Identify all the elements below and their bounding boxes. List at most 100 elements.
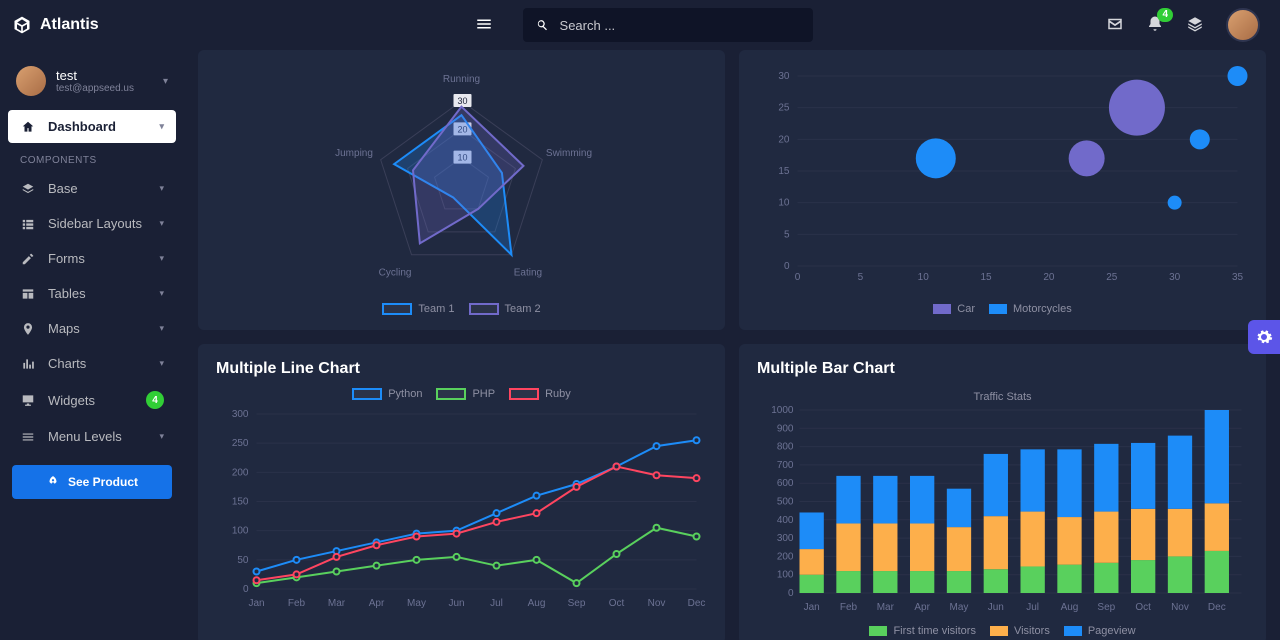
search-box[interactable] [523,8,813,42]
svg-text:Dec: Dec [688,598,706,609]
sidebar-item-label: Charts [48,356,86,371]
svg-text:300: 300 [232,409,249,420]
menu-toggle-icon[interactable] [475,15,493,36]
sidebar-item-menu-levels[interactable]: Menu Levels ▾ [8,420,176,453]
legend-item[interactable]: Car [933,303,975,315]
legend-item[interactable]: Team 1 [382,303,454,315]
svg-text:May: May [950,602,969,613]
legend-item[interactable]: Visitors [990,625,1050,637]
sidebar-user[interactable]: test test@appseed.us ▾ [8,60,176,110]
legend-item[interactable]: Team 2 [469,303,541,315]
bubble-chart: 05101520253005101520253035 [757,66,1248,296]
svg-text:Sep: Sep [1097,602,1115,613]
svg-text:Jun: Jun [448,598,464,609]
home-icon [20,120,36,134]
chevron-down-icon: ▾ [159,358,164,369]
svg-text:100: 100 [232,526,249,537]
svg-text:400: 400 [777,515,794,526]
see-product-button[interactable]: See Product [12,465,172,499]
svg-text:Jan: Jan [248,598,264,609]
sidebar-item-label: Sidebar Layouts [48,216,142,231]
search-input[interactable] [560,18,801,33]
mail-icon[interactable] [1106,15,1124,36]
svg-text:30: 30 [457,96,467,106]
sidebar-item-label: Widgets [48,393,95,408]
svg-text:30: 30 [778,71,790,82]
chevron-down-icon: ▾ [159,218,164,229]
bars-icon [20,430,36,444]
svg-text:Oct: Oct [609,598,625,609]
brand-name: Atlantis [40,16,99,34]
svg-text:15: 15 [981,272,993,283]
svg-text:Jun: Jun [988,602,1004,613]
svg-text:20: 20 [1043,272,1055,283]
svg-text:10: 10 [778,198,790,209]
svg-text:30: 30 [1169,272,1181,283]
bar-chart: Traffic Stats010020030040050060070080090… [757,388,1248,618]
chevron-down-icon: ▾ [159,288,164,299]
svg-text:Dec: Dec [1208,602,1226,613]
chevron-down-icon: ▾ [159,431,164,442]
bell-icon[interactable]: 4 [1146,15,1164,36]
brand[interactable]: Atlantis [12,15,182,35]
svg-text:Feb: Feb [840,602,858,613]
chevron-down-icon: ▾ [159,183,164,194]
sidebar-item-widgets[interactable]: Widgets4 [8,382,176,418]
legend-item[interactable]: Motorcycles [989,303,1072,315]
sidebar-item-sidebar-layouts[interactable]: Sidebar Layouts ▾ [8,207,176,240]
sidebar-item-forms[interactable]: Forms▾ [8,242,176,275]
legend-item[interactable]: PHP [436,388,495,400]
svg-text:50: 50 [237,555,249,566]
svg-text:5: 5 [858,272,864,283]
svg-text:Running: Running [443,74,480,85]
svg-text:35: 35 [1232,272,1244,283]
card-title: Multiple Bar Chart [757,360,1248,378]
legend-item[interactable]: Python [352,388,422,400]
sidebar-item-dashboard[interactable]: Dashboard ▾ [8,110,176,143]
map-pin-icon [20,322,36,336]
sidebar-item-base[interactable]: Base ▾ [8,172,176,205]
sidebar-item-tables[interactable]: Tables ▾ [8,277,176,310]
legend-item[interactable]: First time visitors [869,625,976,637]
brand-logo-icon [12,15,32,35]
svg-text:900: 900 [777,423,794,434]
user-name: test [56,68,134,83]
svg-text:Feb: Feb [288,598,306,609]
sidebar-header-components: COMPONENTS [8,145,176,172]
legend-item[interactable]: Ruby [509,388,571,400]
svg-text:700: 700 [777,460,794,471]
sidebar-item-label: Menu Levels [48,429,122,444]
svg-text:Apr: Apr [914,602,930,613]
bubble-chart-card: 05101520253005101520253035 CarMotorcycle… [739,50,1266,330]
svg-text:500: 500 [777,497,794,508]
svg-text:Jul: Jul [1026,602,1039,613]
svg-text:Aug: Aug [528,598,546,609]
sidebar-item-label: Forms [48,251,85,266]
svg-text:0: 0 [243,584,249,595]
sidebar-item-maps[interactable]: Maps▾ [8,312,176,345]
chevron-down-icon: ▾ [159,323,164,334]
svg-text:800: 800 [777,442,794,453]
svg-text:1000: 1000 [771,405,794,416]
sidebar-item-charts[interactable]: Charts ▾ [8,347,176,380]
list-icon [20,217,36,231]
sidebar-item-label: Base [48,181,78,196]
svg-text:15: 15 [778,166,790,177]
user-email: test@appseed.us [56,83,134,94]
bar-chart-card: Multiple Bar Chart Traffic Stats01002003… [739,344,1266,640]
search-icon [535,17,550,33]
svg-text:Eating: Eating [514,268,542,279]
legend-item[interactable]: Pageview [1064,625,1136,637]
svg-text:May: May [407,598,426,609]
layers-icon[interactable] [1186,15,1204,36]
svg-text:Cycling: Cycling [379,268,412,279]
svg-text:Swimming: Swimming [546,148,592,159]
svg-text:Mar: Mar [328,598,346,609]
svg-text:Apr: Apr [369,598,385,609]
sidebar-item-label: Tables [48,286,86,301]
avatar[interactable] [1226,8,1260,42]
settings-fab[interactable] [1248,320,1280,354]
bubble-legend: Car Motorcycles [757,303,1248,315]
radar-legend: Team 1 Team 2 [216,303,707,315]
avatar [16,66,46,96]
